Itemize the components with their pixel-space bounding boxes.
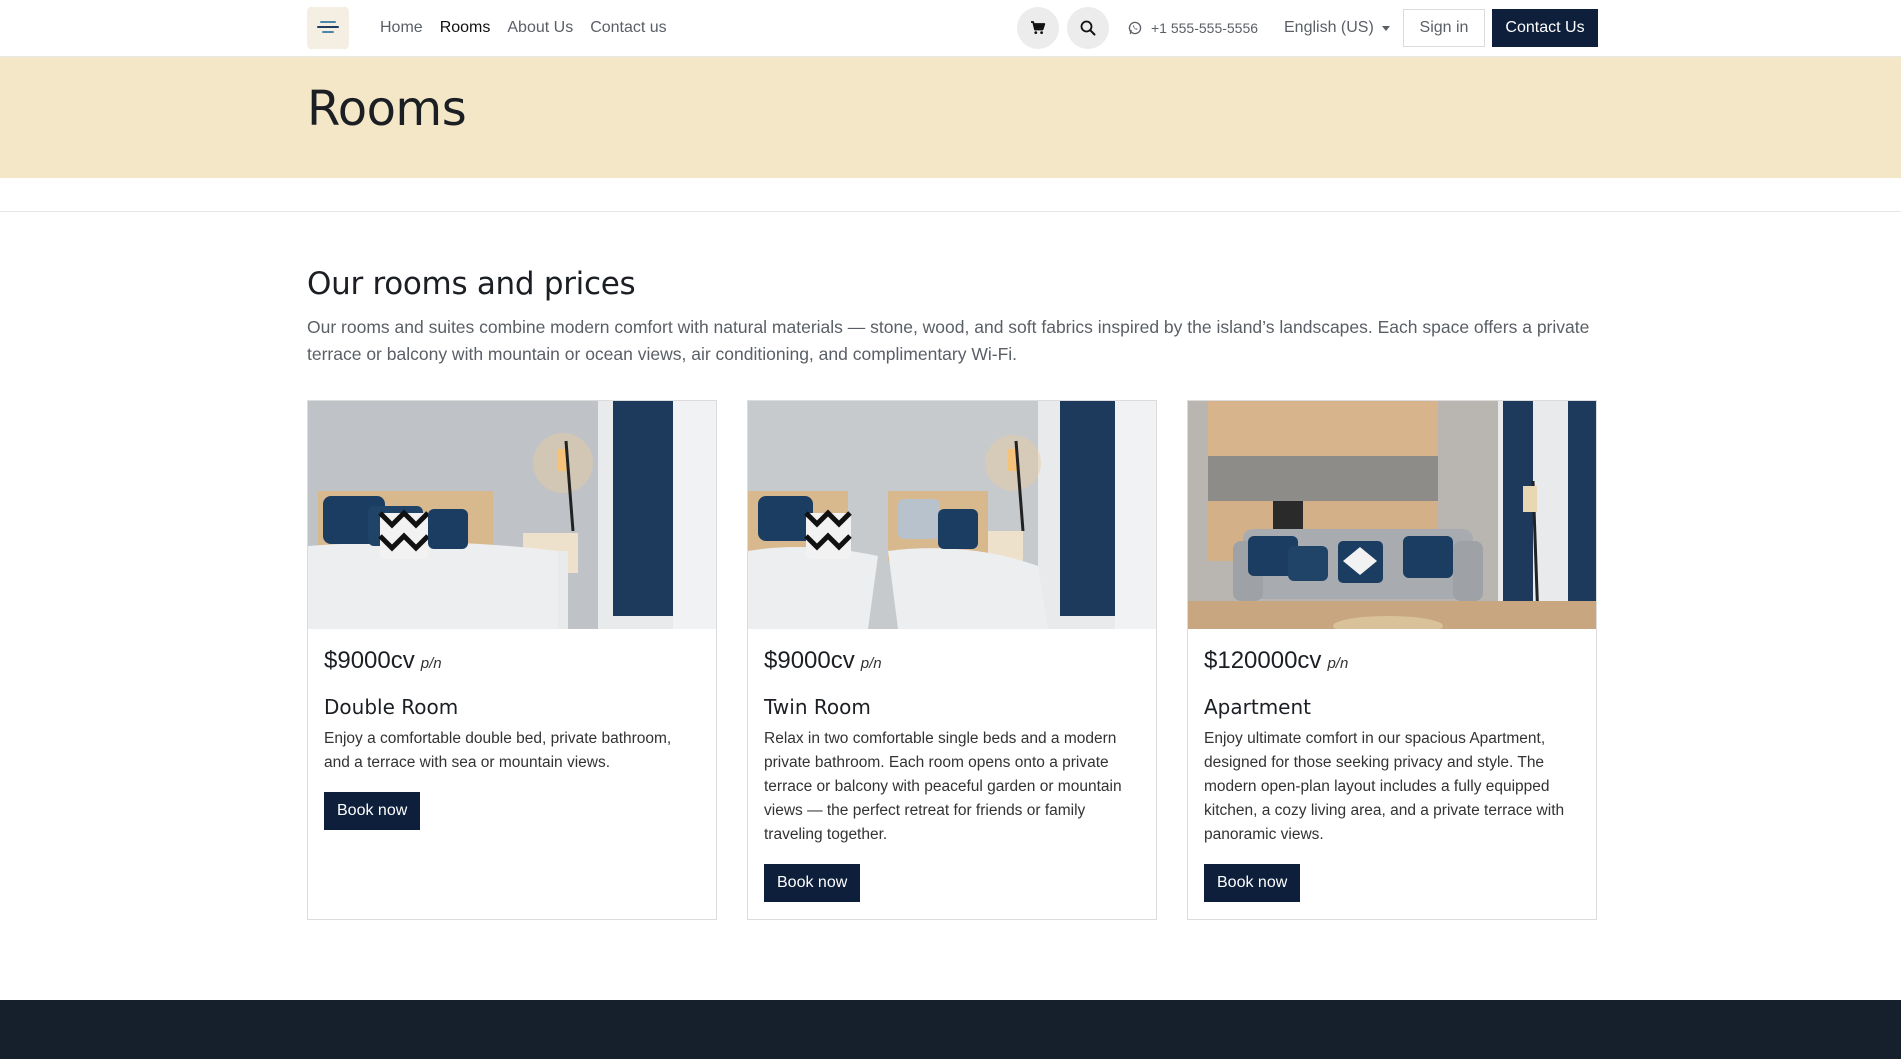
book-now-button[interactable]: Book now <box>324 792 421 830</box>
room-name: Twin Room <box>764 695 871 719</box>
section-description: Our rooms and suites combine modern comf… <box>307 317 1590 364</box>
section-title: Our rooms and prices <box>307 266 636 302</box>
search-button[interactable] <box>1067 7 1109 49</box>
price-amount: $120000cv <box>1204 647 1322 674</box>
phone-number: +1 555-555-5556 <box>1151 20 1259 36</box>
cart-icon <box>1031 21 1046 34</box>
book-now-button[interactable]: Book now <box>1204 864 1301 902</box>
nav-about-us[interactable]: About Us <box>507 19 573 37</box>
language-label: English (US) <box>1284 19 1374 36</box>
language-selector[interactable]: English (US) <box>1284 0 1390 56</box>
room-card-twin: $9000cv p/n Twin Room Relax in two comfo… <box>747 400 1157 920</box>
phone-link[interactable]: +1 555-555-5556 <box>1128 0 1258 56</box>
room-description: Enjoy ultimate comfort in our spacious A… <box>1204 730 1565 843</box>
whatsapp-icon <box>1128 21 1142 35</box>
nav-contact-us[interactable]: Contact us <box>590 19 666 37</box>
price-amount: $9000cv <box>324 647 415 674</box>
search-icon <box>1080 20 1096 36</box>
page-title: Rooms <box>307 81 467 137</box>
price-amount: $9000cv <box>764 647 855 674</box>
room-name: Apartment <box>1204 695 1312 719</box>
room-price: $9000cv p/n <box>324 647 700 675</box>
nav-rooms[interactable]: Rooms <box>440 19 491 37</box>
room-image-double <box>308 401 716 629</box>
room-card-apartment: $120000cv p/n Apartment Enjoy ultimate c… <box>1187 400 1597 920</box>
cart-button[interactable] <box>1017 7 1059 49</box>
logo-icon <box>317 19 339 37</box>
site-header: Home Rooms About Us Contact us +1 555-55… <box>0 0 1901 57</box>
price-unit: p/n <box>860 655 882 672</box>
room-name: Double Room <box>324 695 459 719</box>
chevron-down-icon <box>1381 25 1390 31</box>
room-description: Relax in two comfortable single beds and… <box>764 730 1122 843</box>
price-unit: p/n <box>1327 655 1349 672</box>
contact-us-button[interactable]: Contact Us <box>1492 9 1598 47</box>
room-card-double: $9000cv p/n Double Room Enjoy a comforta… <box>307 400 717 920</box>
room-image-twin <box>748 401 1156 629</box>
room-description: Enjoy a comfortable double bed, private … <box>324 730 672 771</box>
site-footer <box>0 1000 1901 1059</box>
page-hero: Rooms <box>0 57 1901 178</box>
room-price: $9000cv p/n <box>764 647 1140 675</box>
room-price: $120000cv p/n <box>1204 647 1580 675</box>
site-logo[interactable] <box>307 7 349 49</box>
book-now-button[interactable]: Book now <box>764 864 861 902</box>
room-image-apartment <box>1188 401 1596 629</box>
section-divider <box>0 211 1901 212</box>
price-unit: p/n <box>420 655 442 672</box>
nav-home[interactable]: Home <box>380 19 423 37</box>
sign-in-button[interactable]: Sign in <box>1403 9 1485 47</box>
main-nav: Home Rooms About Us Contact us <box>380 0 684 56</box>
